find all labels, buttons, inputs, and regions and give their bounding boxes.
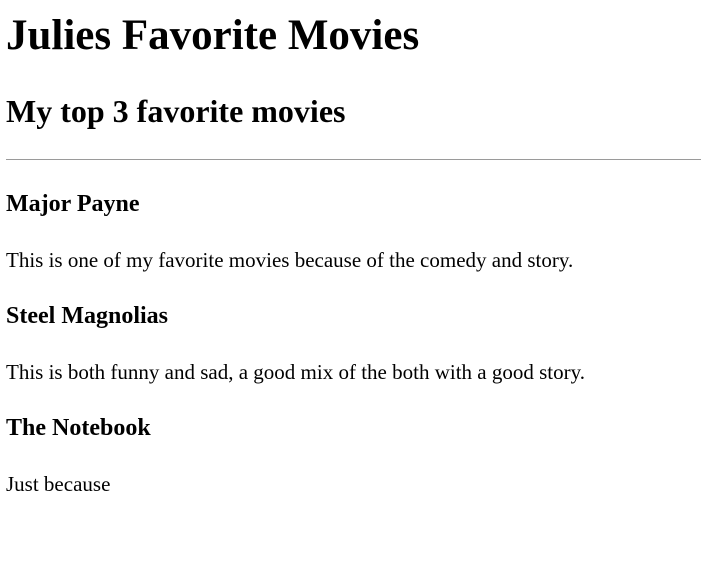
- page-title: Julies Favorite Movies: [6, 12, 420, 59]
- movie-title-steel-magnolias: Steel Magnolias: [6, 303, 168, 329]
- movie-description-steel-magnolias: This is both funny and sad, a good mix o…: [6, 360, 585, 384]
- movie-description-the-notebook: Just because: [6, 472, 111, 496]
- movie-title-the-notebook: The Notebook: [6, 415, 151, 441]
- divider: [6, 159, 701, 160]
- movie-description-major-payne: This is one of my favorite movies becaus…: [6, 248, 574, 272]
- movie-title-major-payne: Major Payne: [6, 191, 140, 217]
- page-subtitle: My top 3 favorite movies: [6, 93, 346, 129]
